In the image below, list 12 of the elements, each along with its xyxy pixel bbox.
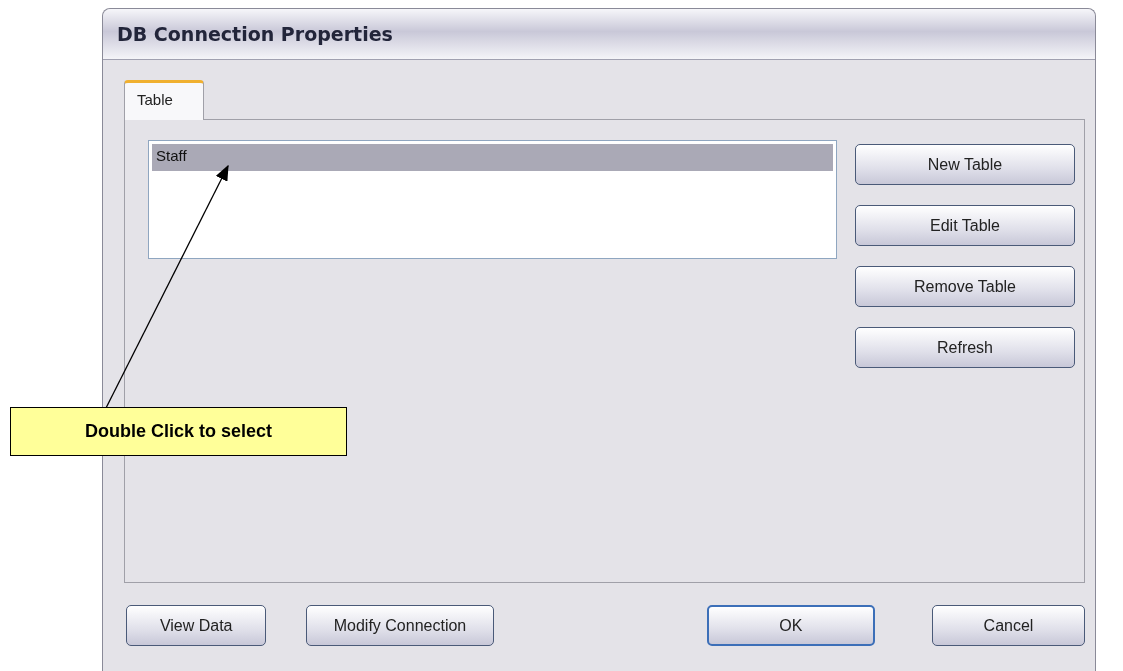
callout-note: Double Click to select: [10, 407, 347, 456]
action-button[interactable]: Refresh: [855, 327, 1075, 368]
list-item[interactable]: Staff: [152, 144, 833, 171]
dialog-button[interactable]: View Data: [126, 605, 267, 646]
dialog-button[interactable]: Cancel: [932, 605, 1085, 646]
action-button[interactable]: Edit Table: [855, 205, 1075, 246]
action-button[interactable]: Remove Table: [855, 266, 1075, 307]
dialog-button[interactable]: Modify Connection: [306, 605, 494, 646]
tab[interactable]: Table: [124, 80, 204, 120]
window-title: DB Connection Properties: [117, 23, 393, 45]
action-button[interactable]: New Table: [855, 144, 1075, 185]
ok-button[interactable]: OK: [706, 605, 875, 646]
